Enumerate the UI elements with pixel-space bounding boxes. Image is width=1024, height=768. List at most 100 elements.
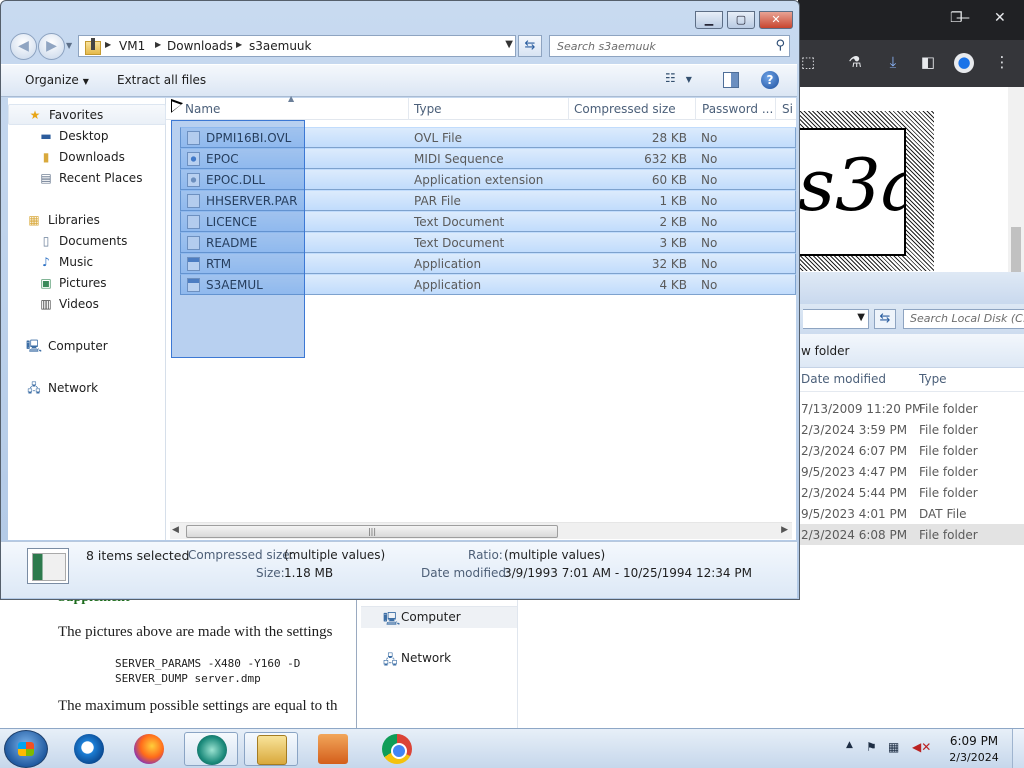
libraries-icon: ▦ (28, 213, 40, 227)
nav-item-music[interactable]: ♪ Music (8, 252, 166, 273)
profile-icon[interactable]: ● (954, 53, 974, 73)
table-row[interactable]: 2/3/2024 6:08 PM File folder (799, 524, 1024, 545)
nav-item-desktop[interactable]: ▬ Desktop (8, 126, 166, 147)
volume-muted-icon[interactable]: ◀✕ (912, 740, 931, 754)
windows-explorer-button[interactable] (244, 732, 298, 766)
help-button[interactable]: ? (761, 71, 779, 89)
column-type[interactable]: Type (414, 102, 442, 116)
close-button[interactable]: ✕ (759, 11, 793, 29)
extension-icon[interactable]: ⬚ (798, 53, 818, 73)
arrow-right-icon: ▶ (46, 38, 57, 54)
start-button[interactable] (4, 730, 48, 768)
column-divider[interactable] (695, 98, 696, 120)
column-date-modified[interactable]: Date modified (801, 372, 886, 386)
nav-item-downloads[interactable]: ▮ Downloads (8, 147, 166, 168)
tray-expand-icon[interactable]: ▲ (846, 740, 853, 750)
change-view-button[interactable]: ☷ ▼ (665, 71, 707, 91)
background-address-dropdown[interactable]: ▼ (803, 309, 869, 329)
address-dropdown-icon[interactable]: ▼ (505, 39, 513, 50)
table-row[interactable]: 9/5/2023 4:47 PM File folder (799, 461, 1024, 482)
star-icon: ★ (29, 108, 41, 122)
search-icon[interactable]: ⚲ (775, 38, 785, 53)
column-size[interactable]: Si (782, 102, 793, 116)
background-search-input[interactable]: Search Local Disk (C:) (903, 309, 1024, 329)
column-divider[interactable] (568, 98, 569, 120)
maximize-button[interactable]: ▢ (727, 11, 755, 29)
nav-item-computer[interactable]: 🖳 Computer (8, 336, 166, 357)
refresh-button[interactable]: ⇆ (518, 35, 542, 57)
nav-item-videos[interactable]: ▥ Videos (8, 294, 166, 315)
menu-icon[interactable]: ⋮ (992, 53, 1012, 73)
table-row[interactable]: 7/13/2009 11:20 PM File folder (799, 398, 1024, 419)
back-button[interactable]: ◀ (10, 33, 37, 60)
download-icon[interactable]: ⤓ (883, 53, 903, 73)
preview-pane-button[interactable] (723, 72, 739, 88)
breadcrumb-separator-icon[interactable]: ▶ (155, 40, 161, 49)
extract-all-files-button[interactable]: Extract all files (109, 73, 214, 87)
nav-item-libraries[interactable]: ▦ Libraries (8, 210, 166, 231)
flask-icon[interactable]: ⚗ (845, 53, 865, 73)
minimize-button[interactable]: ▁ (695, 11, 723, 29)
table-row[interactable]: 2/3/2024 3:59 PM File folder (799, 419, 1024, 440)
column-password[interactable]: Password ... (702, 102, 773, 116)
search-input[interactable] (550, 36, 765, 56)
breadcrumb-separator-icon[interactable]: ▶ (105, 40, 111, 49)
action-center-flag-icon[interactable]: ⚑ (866, 740, 877, 754)
ratio-value: (multiple values) (504, 548, 606, 562)
firefox-button[interactable] (122, 732, 176, 766)
nav-item-network[interactable]: 🖧 Network (8, 378, 166, 399)
chrome-button[interactable] (370, 732, 424, 766)
clock-time[interactable]: 6:09 PM (944, 734, 1004, 748)
new-folder-button[interactable]: w folder (801, 344, 849, 358)
breadcrumb-downloads[interactable]: Downloads (167, 39, 233, 53)
pictures-icon: ▣ (40, 276, 52, 290)
nav-item-network[interactable]: 🖧 Network (361, 648, 517, 670)
column-type[interactable]: Type (919, 372, 947, 386)
browser-close-icon[interactable]: ✕ (994, 10, 1006, 26)
selected-count: 8 items selected (86, 548, 190, 563)
s3a-logo: s3a (798, 143, 906, 227)
column-divider[interactable] (775, 98, 776, 120)
organize-button[interactable]: Organize ▼ (17, 73, 97, 87)
breadcrumb-s3aemuuk[interactable]: s3aemuuk (249, 39, 311, 53)
table-row[interactable]: 2/3/2024 6:07 PM File folder (799, 440, 1024, 461)
column-name[interactable]: Name (185, 102, 220, 116)
sidepanel-icon[interactable]: ◧ (918, 53, 938, 73)
nav-item-computer[interactable]: 🖳 Computer (361, 606, 517, 628)
address-bar[interactable]: ▶ VM1 ▶ Downloads ▶ s3aemuuk ▼ (78, 35, 516, 57)
webpage-scroll-thumb[interactable] (1011, 227, 1021, 272)
scroll-left-icon[interactable]: ◀ (172, 525, 179, 535)
table-row[interactable]: 2/3/2024 5:44 PM File folder (799, 482, 1024, 503)
column-compressed-size[interactable]: Compressed size (574, 102, 676, 116)
recent-pages-button[interactable]: ▼ (66, 41, 72, 50)
nav-item-favorites[interactable]: ★ Favorites (8, 104, 166, 125)
media-player-button[interactable] (306, 732, 360, 766)
background-column-header: Date modified Type (799, 368, 1024, 392)
media-center-icon (197, 735, 227, 765)
internet-explorer-button[interactable] (62, 732, 116, 766)
browser-restore-icon[interactable]: ❐ (950, 10, 963, 26)
desktop-icon: ▬ (40, 129, 52, 143)
show-desktop-button[interactable] (1012, 729, 1024, 768)
webpage-scrollbar[interactable] (1008, 87, 1024, 272)
column-divider[interactable] (408, 98, 409, 120)
table-row[interactable]: 9/5/2023 4:01 PM DAT File (799, 503, 1024, 524)
network-tray-icon[interactable]: ▦ (888, 740, 899, 754)
scrollbar-thumb[interactable]: ||| (186, 525, 558, 538)
nav-item-documents[interactable]: ▯ Documents (8, 231, 166, 252)
forward-button[interactable]: ▶ (38, 33, 65, 60)
media-center-button[interactable] (184, 732, 238, 766)
breadcrumb-vm1[interactable]: VM1 (119, 39, 145, 53)
background-browser-toolbar: ⬚ ⚗ ⤓ ◧ ● ⋮ (798, 40, 1024, 87)
background-explorer-navpane: 🖳 Computer 🖧 Network (356, 600, 518, 728)
help-icon: ? (766, 73, 774, 87)
horizontal-scrollbar[interactable]: ◀ ||| ▶ (170, 522, 792, 539)
clock-date[interactable]: 2/3/2024 (944, 751, 1004, 764)
background-refresh-icon[interactable]: ⇆ (874, 309, 896, 329)
scroll-right-icon[interactable]: ▶ (781, 525, 788, 535)
column-header: ▲ Name Type Compressed size Password ...… (166, 94, 796, 120)
view-list-icon: ☷ (665, 71, 676, 85)
nav-item-pictures[interactable]: ▣ Pictures (8, 273, 166, 294)
nav-item-recent-places[interactable]: ▤ Recent Places (8, 168, 166, 189)
breadcrumb-separator-icon[interactable]: ▶ (236, 40, 242, 49)
